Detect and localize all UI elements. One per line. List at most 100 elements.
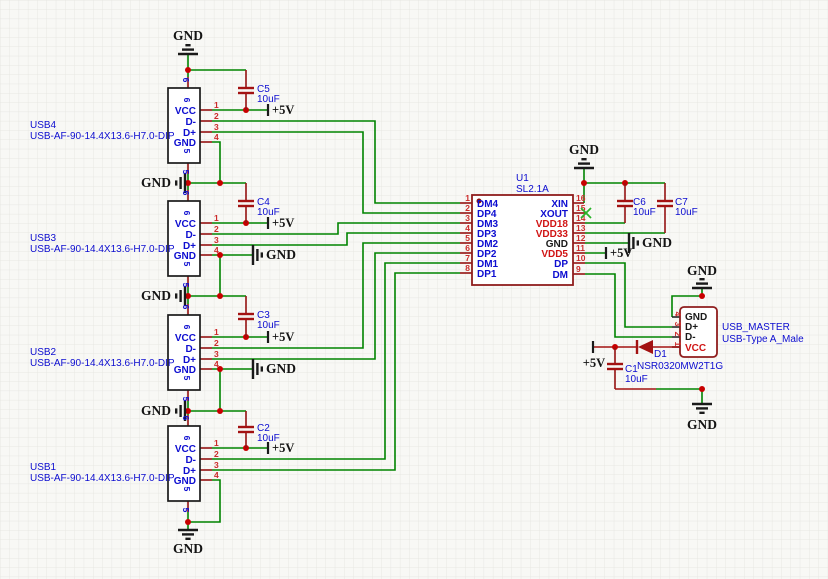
usb4-shield-number: 5 xyxy=(182,149,192,154)
c2-value-label[interactable]: 10uF xyxy=(257,433,280,444)
u1-pin-number: 4 xyxy=(465,223,470,233)
c6-value-label[interactable]: 10uF xyxy=(633,207,656,218)
usb-master-pin-number: 3 xyxy=(673,322,683,327)
u1-pin-dp: DP xyxy=(554,259,568,270)
grid-overlay xyxy=(0,0,828,579)
usb3-shield-number: 5 xyxy=(181,283,191,288)
u1-pin-number: 10 xyxy=(576,253,586,263)
usb3-ref-label[interactable]: USB3 xyxy=(30,233,57,244)
usb1-pin-number: 4 xyxy=(214,470,219,480)
usb-master-pin-vcc: VCC xyxy=(685,343,706,354)
u1-pin-number: 12 xyxy=(576,233,586,243)
usb4-pin-number: 4 xyxy=(214,132,219,142)
gnd-net-label[interactable]: GND xyxy=(687,417,717,432)
gnd-net-label[interactable]: GND xyxy=(141,288,171,303)
usb2-part-label[interactable]: USB-AF-90-14.4X13.6-H7.0-DIP xyxy=(30,358,175,369)
u1-pin-number: 1 xyxy=(465,193,470,203)
gnd-net-label[interactable]: GND xyxy=(569,142,599,157)
usb2-pin-number: 1 xyxy=(214,327,219,337)
usb4-shield-number: 5 xyxy=(181,170,191,175)
c5-value-label[interactable]: 10uF xyxy=(257,94,280,105)
usb2-shield-number: 5 xyxy=(182,376,192,381)
usb-master-pin-number: 1 xyxy=(673,342,683,347)
c4-value-label[interactable]: 10uF xyxy=(257,207,280,218)
usb-master-ref-label[interactable]: USB_MASTER xyxy=(722,322,790,333)
usb3-pin-vcc: VCC xyxy=(175,219,196,230)
usb1-ref-label[interactable]: USB1 xyxy=(30,462,57,473)
u1-pin-number: 9 xyxy=(576,264,581,274)
usb4-shield-number: 6 xyxy=(182,98,192,103)
u1-ref-label[interactable]: U1 xyxy=(516,173,529,184)
usb1-part-label[interactable]: USB-AF-90-14.4X13.6-H7.0-DIP xyxy=(30,473,175,484)
usb1-pin-gnd: GND xyxy=(174,476,196,487)
gnd-net-label[interactable]: GND xyxy=(266,247,296,262)
u1-pin-number: 11 xyxy=(576,243,585,253)
gnd-net-label[interactable]: GND xyxy=(642,235,672,250)
usb1-pin-number: 1 xyxy=(214,438,219,448)
usb3-pin-number: 4 xyxy=(214,245,219,255)
u1-pin-dm: DM xyxy=(552,270,568,281)
usb4-pin-dm: D- xyxy=(185,117,196,128)
usb4-shield-number: 6 xyxy=(181,78,191,83)
u1-pin-number: 5 xyxy=(465,233,470,243)
usb4-pin-number: 3 xyxy=(214,122,219,132)
usb4-ref-label[interactable]: USB4 xyxy=(30,120,57,131)
u1-pin-number: 13 xyxy=(576,223,586,233)
usb2-pin-vcc: VCC xyxy=(175,333,196,344)
usb2-pin-gnd: GND xyxy=(174,365,196,376)
usb2-shield-number: 5 xyxy=(181,397,191,402)
usb1-shield-number: 6 xyxy=(182,436,192,441)
u1-pin-dp1: DP1 xyxy=(477,269,497,280)
usb2-pin-number: 3 xyxy=(214,349,219,359)
schematic-canvas: GND GND GND GND GND GND GND GND GND GND … xyxy=(0,0,828,579)
usb-master-pin-number: 2 xyxy=(673,332,683,337)
usb3-shield-number: 6 xyxy=(181,191,191,196)
u1-pin-number: 8 xyxy=(465,263,470,273)
usb1-pin-number: 2 xyxy=(214,449,219,459)
u1-pin-number: 6 xyxy=(465,243,470,253)
usb4-pin-number: 2 xyxy=(214,111,219,121)
v5-net-label[interactable]: +5V xyxy=(610,246,632,260)
v5-net-label[interactable]: +5V xyxy=(583,356,605,370)
usb3-part-label[interactable]: USB-AF-90-14.4X13.6-H7.0-DIP xyxy=(30,244,175,255)
usb1-pin-number: 3 xyxy=(214,460,219,470)
usb4-pin-number: 1 xyxy=(214,100,219,110)
usb-master-pin-number: 4 xyxy=(673,312,683,317)
usb4-part-label[interactable]: USB-AF-90-14.4X13.6-H7.0-DIP xyxy=(30,131,175,142)
gnd-net-label[interactable]: GND xyxy=(266,361,296,376)
d1-ref-label[interactable]: D1 xyxy=(654,349,667,360)
gnd-net-label[interactable]: GND xyxy=(173,28,203,43)
usb2-shield-number: 6 xyxy=(182,325,192,330)
v5-net-label[interactable]: +5V xyxy=(272,103,294,117)
c1-value-label[interactable]: 10uF xyxy=(625,374,648,385)
usb-master-part-label[interactable]: USB-Type A_Male xyxy=(722,334,804,345)
gnd-net-label[interactable]: GND xyxy=(173,541,203,556)
gnd-net-label[interactable]: GND xyxy=(141,175,171,190)
usb3-shield-number: 5 xyxy=(182,262,192,267)
u1-value-label[interactable]: SL2.1A xyxy=(516,184,549,195)
usb1-pin-dm: D- xyxy=(185,455,196,466)
usb1-shield-number: 5 xyxy=(181,508,191,513)
usb3-shield-number: 6 xyxy=(182,211,192,216)
usb3-pin-dm: D- xyxy=(185,230,196,241)
usb3-pin-number: 2 xyxy=(214,224,219,234)
usb1-shield-number: 5 xyxy=(182,487,192,492)
usb2-shield-number: 6 xyxy=(181,305,191,310)
v5-net-label[interactable]: +5V xyxy=(272,216,294,230)
u1-pin-number: 7 xyxy=(465,253,470,263)
gnd-net-label[interactable]: GND xyxy=(141,403,171,418)
c7-value-label[interactable]: 10uF xyxy=(675,207,698,218)
c3-value-label[interactable]: 10uF xyxy=(257,320,280,331)
usb4-pin-vcc: VCC xyxy=(175,106,196,117)
usb1-shield-number: 6 xyxy=(181,416,191,421)
usb2-ref-label[interactable]: USB2 xyxy=(30,347,57,358)
usb3-pin-number: 3 xyxy=(214,235,219,245)
d1-part-label[interactable]: NSR0320MW2T1G xyxy=(637,361,723,372)
usb2-pin-number: 2 xyxy=(214,338,219,348)
v5-net-label[interactable]: +5V xyxy=(272,330,294,344)
u1-pin-number: 3 xyxy=(465,213,470,223)
usb4-pin-gnd: GND xyxy=(174,138,196,149)
usb-master-pin-dm: D- xyxy=(685,332,696,343)
gnd-net-label[interactable]: GND xyxy=(687,263,717,278)
usb2-pin-number: 4 xyxy=(214,359,219,369)
